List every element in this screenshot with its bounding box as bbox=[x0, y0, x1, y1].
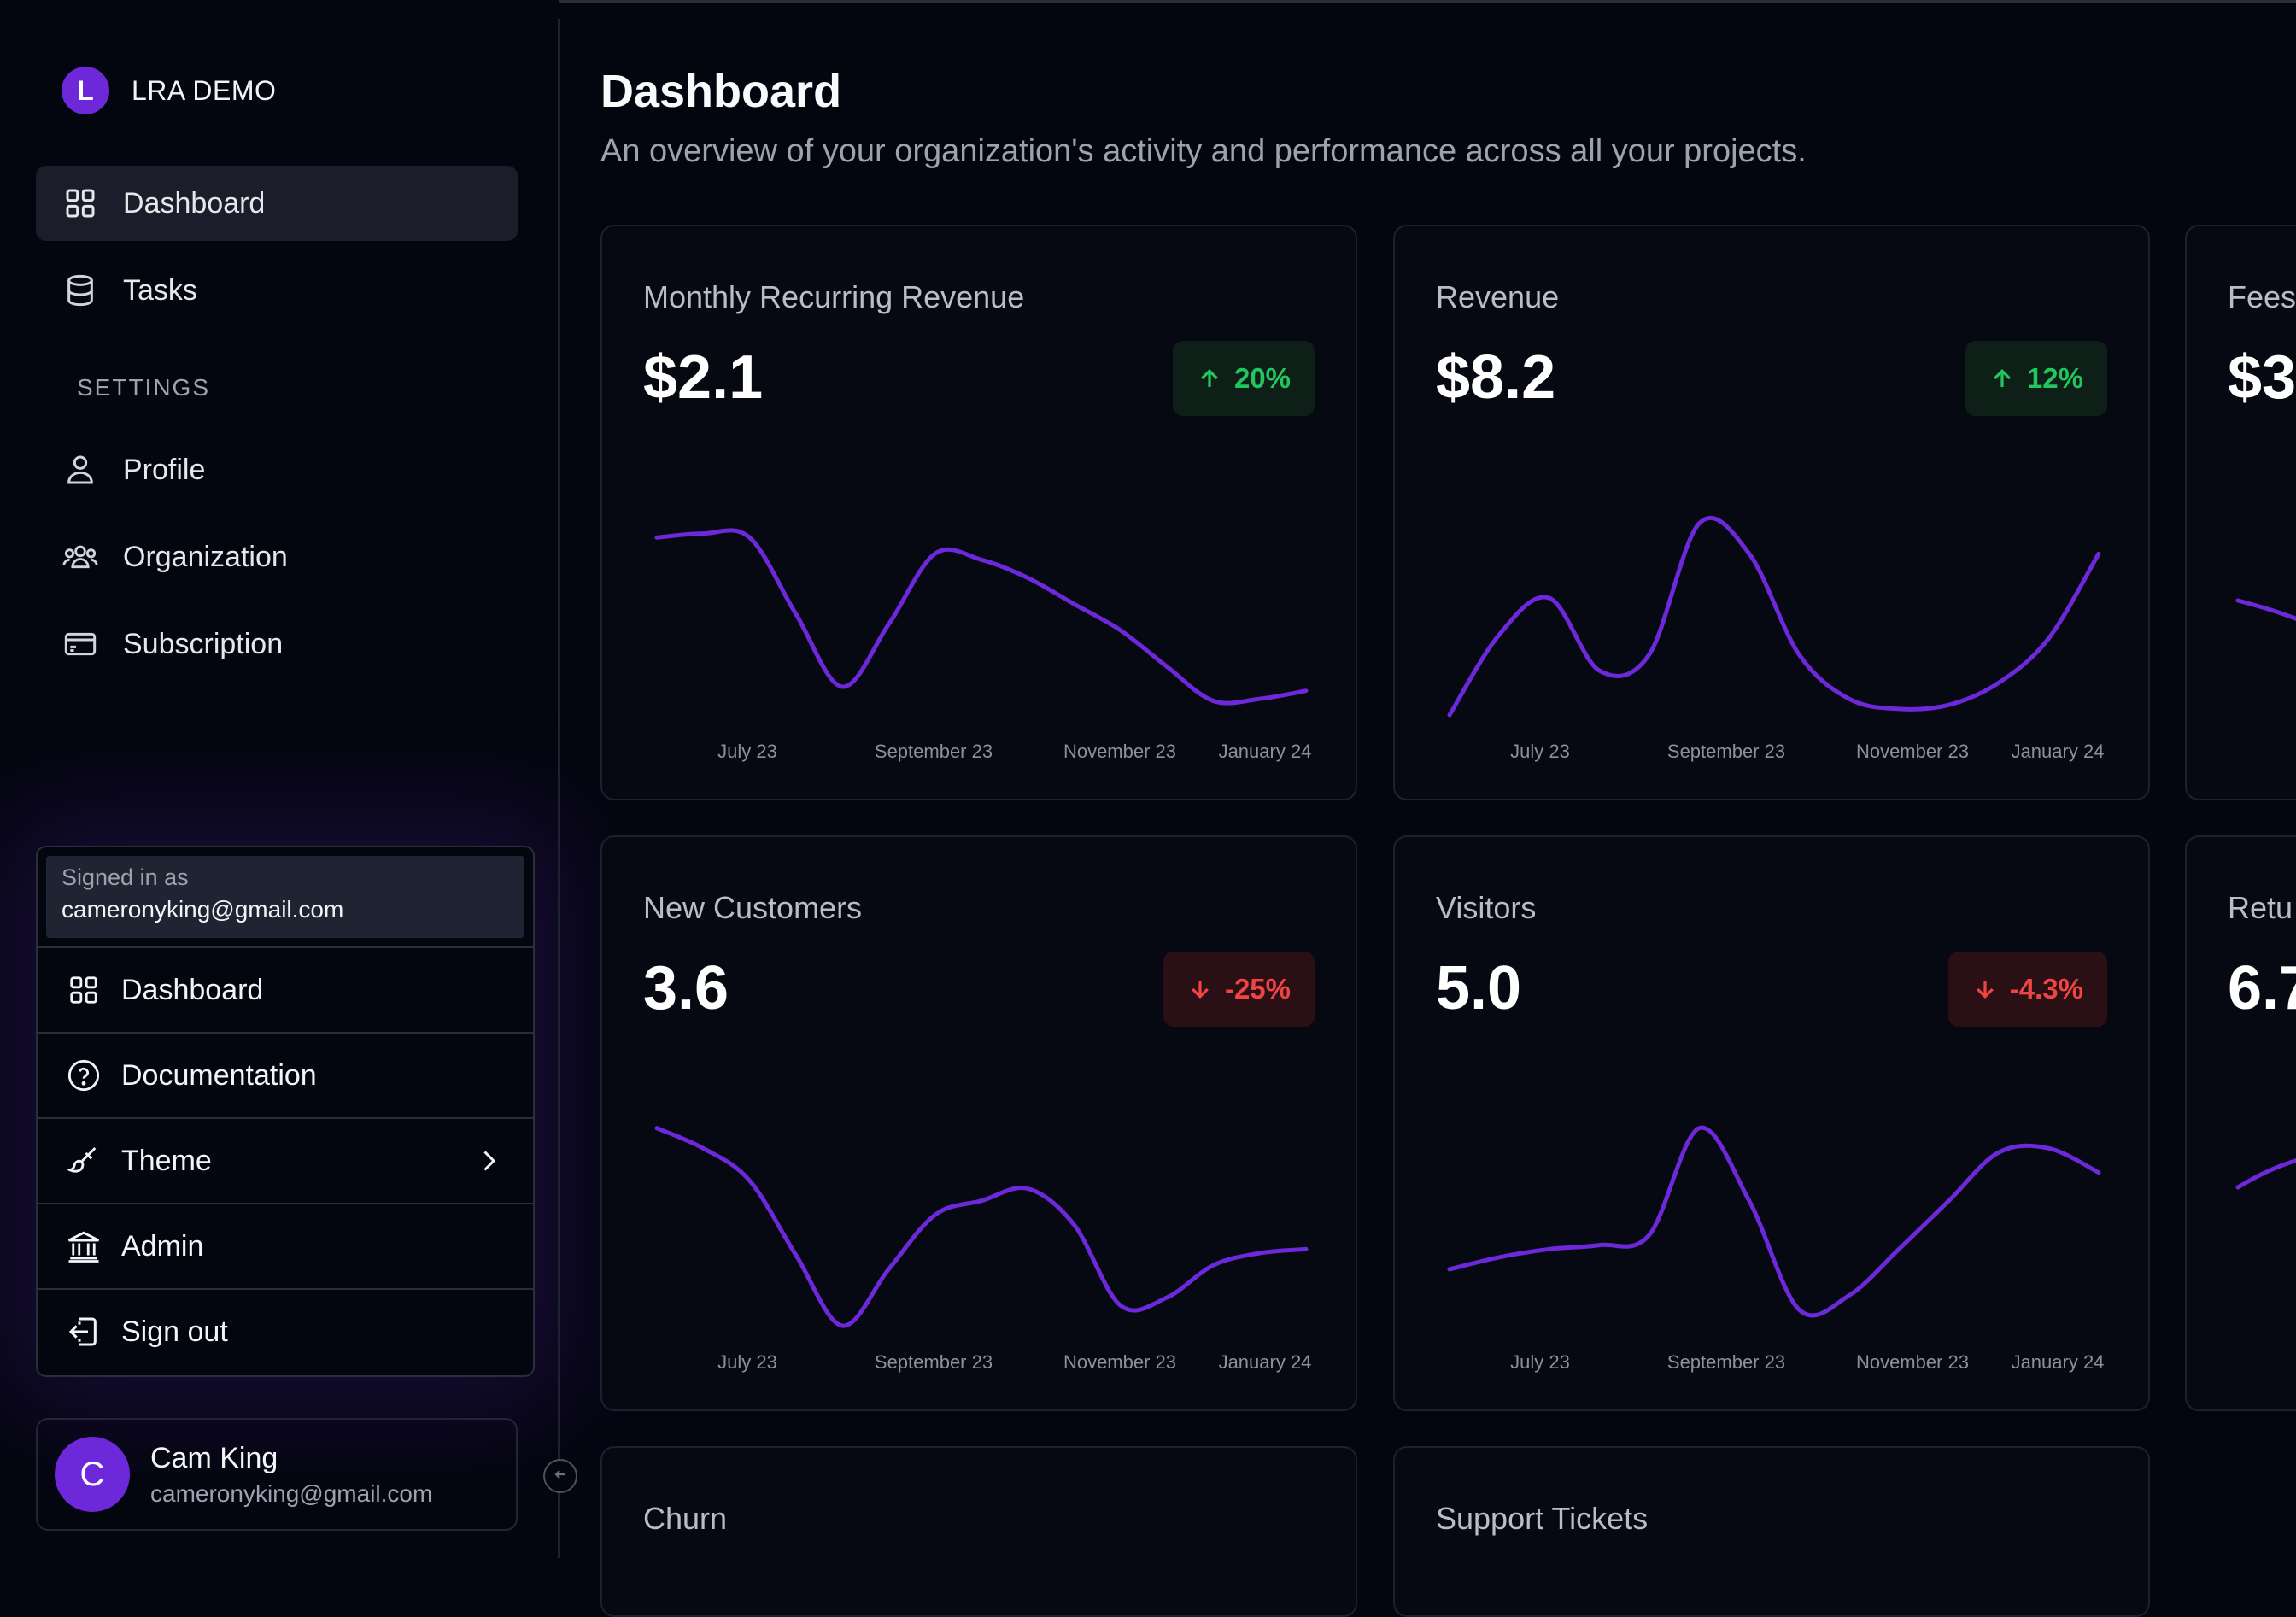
line-chart: July 23 September 23 November 23 January 24 bbox=[1447, 1125, 2105, 1373]
x-tick-label: September 23 bbox=[1667, 1351, 1785, 1373]
sidebar-item-label: Organization bbox=[123, 540, 288, 573]
page-subtitle: An overview of your organization's activ… bbox=[600, 133, 1807, 169]
metric-card-revenue[interactable]: Revenue $8.2 12% July 23 September 23 Nove… bbox=[1393, 225, 2150, 800]
menu-item-label: Admin bbox=[121, 1229, 204, 1263]
menu-item-label: Theme bbox=[121, 1144, 212, 1177]
sidebar-divider bbox=[558, 19, 560, 1558]
sidebar-item-tasks[interactable]: Tasks bbox=[36, 253, 518, 328]
metric-card-returning[interactable]: Retu 6.7 bbox=[2185, 835, 2296, 1411]
chevron-right-icon bbox=[473, 1145, 504, 1181]
series-line bbox=[1447, 515, 2101, 718]
user-name: Cam King bbox=[150, 1441, 278, 1474]
menu-item-label: Sign out bbox=[121, 1315, 228, 1348]
series-line bbox=[2235, 1158, 2296, 1190]
x-tick-label: July 23 bbox=[718, 741, 777, 762]
x-tick-label: September 23 bbox=[875, 1351, 993, 1373]
signed-in-info: Signed in as cameronyking@gmail.com bbox=[46, 856, 524, 938]
menu-item-label: Documentation bbox=[121, 1058, 317, 1092]
help-circle-icon bbox=[65, 1057, 102, 1094]
metric-card-churn[interactable]: Churn bbox=[600, 1446, 1357, 1617]
brush-icon bbox=[65, 1142, 102, 1180]
line-chart: July 23 September 23 November 23 January 24 bbox=[654, 528, 1312, 762]
metric-card-visitors[interactable]: Visitors 5.0 -4.3% July 23 September 23 No… bbox=[1393, 835, 2150, 1411]
database-icon bbox=[62, 272, 99, 309]
partial-line-chart bbox=[2235, 598, 2296, 622]
metric-card-mrr[interactable]: Monthly Recurring Revenue $2.1 20% July … bbox=[600, 225, 1357, 800]
partial-line-chart bbox=[2235, 1158, 2296, 1190]
sidebar-item-profile[interactable]: Profile bbox=[36, 432, 518, 507]
signed-in-label: Signed in as bbox=[62, 864, 189, 890]
series-line bbox=[2235, 598, 2296, 622]
card-title: Churn bbox=[643, 1501, 728, 1536]
x-tick-label: January 24 bbox=[1219, 741, 1312, 762]
grid-icon bbox=[65, 971, 102, 1009]
x-tick-label: July 23 bbox=[718, 1351, 777, 1373]
x-tick-label: January 24 bbox=[2012, 1351, 2105, 1373]
menu-item-dashboard[interactable]: Dashboard bbox=[38, 946, 533, 1032]
x-tick-label: September 23 bbox=[875, 741, 993, 762]
menu-item-theme[interactable]: Theme bbox=[38, 1117, 533, 1203]
x-tick-label: July 23 bbox=[1510, 1351, 1570, 1373]
card-title: Support Tickets bbox=[1436, 1501, 1649, 1536]
x-tick-label: November 23 bbox=[1063, 1351, 1176, 1373]
brand[interactable]: L LRA DEMO bbox=[62, 67, 276, 114]
metric-card-fees[interactable]: Fees $3 bbox=[2185, 225, 2296, 800]
collapse-sidebar-button[interactable] bbox=[543, 1459, 577, 1493]
menu-item-sign-out[interactable]: Sign out bbox=[38, 1288, 533, 1374]
x-tick-label: November 23 bbox=[1063, 741, 1176, 762]
menu-item-label: Dashboard bbox=[121, 973, 264, 1006]
avatar: C bbox=[55, 1437, 130, 1512]
users-icon bbox=[62, 538, 99, 576]
series-line bbox=[654, 1126, 1309, 1328]
user-profile-card[interactable]: C Cam King cameronyking@gmail.com bbox=[36, 1418, 518, 1531]
metric-card-new-customers[interactable]: New Customers 3.6 -25% July 23 September … bbox=[600, 835, 1357, 1411]
menu-item-admin[interactable]: Admin bbox=[38, 1203, 533, 1288]
series-line bbox=[654, 528, 1309, 706]
user-icon bbox=[62, 451, 99, 489]
brand-logo: L bbox=[62, 67, 109, 114]
user-dropdown-menu: Signed in as cameronyking@gmail.com Dash… bbox=[36, 846, 535, 1377]
grid-icon bbox=[62, 185, 99, 222]
x-tick-label: September 23 bbox=[1667, 741, 1785, 762]
x-tick-label: January 24 bbox=[1219, 1351, 1312, 1373]
sidebar-item-organization[interactable]: Organization bbox=[36, 519, 518, 595]
x-tick-label: January 24 bbox=[2012, 741, 2105, 762]
user-email: cameronyking@gmail.com bbox=[150, 1479, 433, 1507]
x-tick-label: November 23 bbox=[1856, 741, 1969, 762]
sidebar-item-dashboard[interactable]: Dashboard bbox=[36, 166, 518, 241]
sidebar-item-label: Dashboard bbox=[123, 186, 266, 220]
line-chart: July 23 September 23 November 23 January 24 bbox=[1447, 515, 2105, 762]
brand-name: LRA DEMO bbox=[132, 74, 277, 106]
menu-item-documentation[interactable]: Documentation bbox=[38, 1032, 533, 1117]
series-line bbox=[1447, 1125, 2101, 1318]
sign-out-icon bbox=[65, 1313, 102, 1350]
sidebar: L LRA DEMO Dashboard Tasks SETTINGS Prof… bbox=[0, 0, 559, 1558]
sidebar-item-label: Profile bbox=[123, 453, 206, 486]
arrow-left-icon bbox=[550, 1464, 571, 1489]
sidebar-item-label: Tasks bbox=[123, 273, 197, 307]
metric-card-support-tickets[interactable]: Support Tickets bbox=[1393, 1446, 2150, 1617]
x-tick-label: November 23 bbox=[1856, 1351, 1969, 1373]
settings-section-label: SETTINGS bbox=[77, 374, 211, 401]
signed-in-email: cameronyking@gmail.com bbox=[62, 896, 344, 923]
credit-card-icon bbox=[62, 625, 99, 663]
page-title: Dashboard bbox=[600, 66, 842, 117]
sidebar-item-subscription[interactable]: Subscription bbox=[36, 606, 518, 682]
sidebar-item-label: Subscription bbox=[123, 627, 284, 660]
x-tick-label: July 23 bbox=[1510, 741, 1570, 762]
bank-icon bbox=[65, 1227, 102, 1265]
line-chart: July 23 September 23 November 23 January 24 bbox=[654, 1126, 1312, 1373]
